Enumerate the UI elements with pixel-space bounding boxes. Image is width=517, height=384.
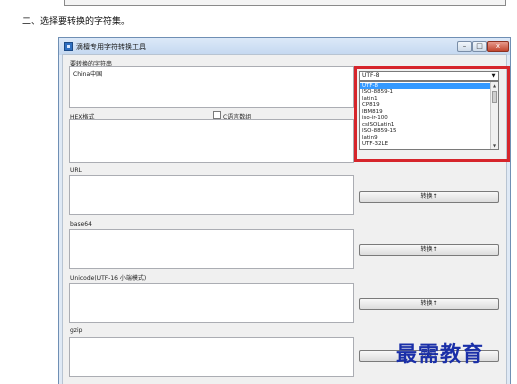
unicode-convert-button[interactable]: 转换↑ — [359, 298, 499, 310]
previous-figure-frame — [64, 0, 506, 6]
gzip-output[interactable] — [69, 337, 354, 377]
window-title: 滴檀专用字符转换工具 — [76, 43, 146, 51]
url-output[interactable] — [69, 175, 354, 215]
hex-output[interactable] — [69, 119, 354, 163]
annotation-highlight-box — [354, 66, 510, 162]
watermark: 最需教育 — [396, 341, 484, 366]
minimize-button[interactable]: – — [457, 41, 472, 52]
url-convert-button[interactable]: 转换↑ — [359, 191, 499, 203]
app-icon — [64, 42, 73, 51]
close-button[interactable]: x — [487, 41, 509, 52]
url-label: URL — [70, 167, 82, 174]
step-heading: 二、选择要转换的字符集。 — [22, 17, 131, 27]
source-text-input[interactable]: China中国 — [69, 66, 354, 108]
title-bar[interactable]: 滴檀专用字符转换工具 – □ x — [59, 38, 510, 55]
c-array-checkbox[interactable] — [213, 111, 221, 119]
base64-output[interactable] — [69, 229, 354, 269]
unicode-output[interactable] — [69, 283, 354, 323]
gzip-label: gzip — [70, 327, 83, 334]
base64-label: base64 — [70, 221, 92, 228]
unicode-label: Unicode(UTF-16 小端模式) — [70, 275, 147, 282]
base64-convert-button[interactable]: 转换↑ — [359, 244, 499, 256]
maximize-button[interactable]: □ — [472, 41, 487, 52]
